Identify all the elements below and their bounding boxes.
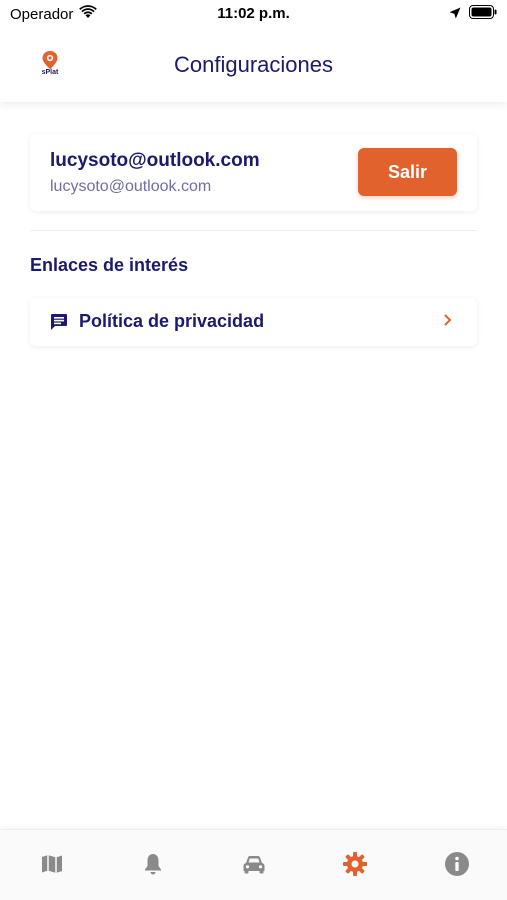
page-title: Configuraciones: [174, 52, 333, 77]
status-time: 11:02 p.m.: [217, 5, 290, 22]
settings-screen: Operador 11:02 p.m. sPlat Configuracione…: [0, 0, 507, 900]
link-label: Política de privacidad: [79, 311, 265, 331]
message-icon: [50, 313, 68, 331]
section-heading: Enlaces de interés: [30, 255, 189, 275]
status-bar: Operador 11:02 p.m.: [0, 0, 507, 30]
status-right-group: [449, 5, 497, 23]
location-arrow-icon: [449, 6, 461, 23]
map-icon: [42, 855, 62, 873]
info-icon: [445, 852, 469, 876]
tab-bar: [0, 829, 507, 900]
tab-vehicles[interactable]: [239, 849, 269, 879]
car-icon: [243, 856, 265, 874]
account-email: lucysoto@outlook.com: [50, 150, 260, 171]
chevron-right-icon: [443, 313, 453, 327]
header: sPlat Configuraciones: [0, 30, 507, 102]
battery-icon: [469, 5, 497, 23]
tab-settings[interactable]: [340, 849, 370, 879]
logout-button[interactable]: Salir: [358, 148, 457, 196]
account-card: lucysoto@outlook.com lucysoto@outlook.co…: [30, 134, 477, 211]
account-subtitle: lucysoto@outlook.com: [50, 178, 212, 195]
divider: [30, 230, 477, 231]
tab-map[interactable]: [37, 849, 67, 879]
tab-notifications[interactable]: [138, 849, 168, 879]
bell-icon: [145, 854, 161, 875]
privacy-policy-link[interactable]: Política de privacidad: [30, 298, 477, 346]
tab-info[interactable]: [442, 849, 472, 879]
gear-icon: [343, 852, 367, 876]
